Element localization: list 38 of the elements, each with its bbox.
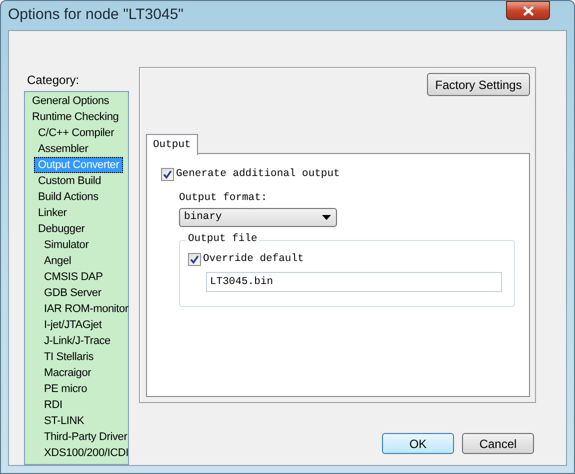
category-item[interactable]: RDI [40, 397, 66, 413]
window-title: Options for node "LT3045" [8, 5, 184, 26]
category-label: Category: [27, 72, 80, 89]
output-format-dropdown[interactable]: binary [179, 208, 337, 227]
override-default-checkbox[interactable]: Override default [188, 252, 304, 268]
category-item[interactable]: Assembler [34, 141, 92, 157]
category-item[interactable]: Debugger [34, 221, 89, 237]
dropdown-arrow-icon [322, 215, 331, 220]
category-item[interactable]: IAR ROM-monitor [40, 301, 132, 317]
dialog-button[interactable]: OK [382, 433, 454, 454]
checkmark-icon [190, 255, 199, 264]
category-item[interactable]: ST-LINK [40, 413, 88, 429]
output-file-field[interactable]: LT3045.bin [206, 272, 502, 292]
category-item[interactable]: Angel [40, 253, 76, 269]
category-item[interactable]: Simulator [40, 237, 93, 253]
tab[interactable]: Output [146, 134, 198, 155]
category-item[interactable]: CMSIS DAP [40, 269, 107, 285]
category-item[interactable]: TI Stellaris [40, 349, 98, 365]
factory-settings-button[interactable]: Factory Settings [427, 73, 530, 96]
category-item[interactable]: J-Link/J-Trace [40, 333, 114, 349]
category-item[interactable]: Custom Build [34, 173, 106, 189]
category-item[interactable]: Third-Party Driver [40, 429, 132, 445]
category-item[interactable]: Macraigor [40, 365, 96, 381]
category-item[interactable]: Build Actions [34, 189, 102, 205]
checkmark-icon [163, 170, 172, 180]
category-item[interactable]: C/C++ Compiler [34, 125, 118, 141]
category-item[interactable]: GDB Server [40, 285, 106, 301]
dialog-button[interactable]: Cancel [462, 433, 534, 454]
close-button[interactable] [506, 1, 550, 20]
category-item[interactable]: XDS100/200/ICDI [40, 445, 132, 461]
generate-output-checkbox[interactable]: Generate additional output [161, 167, 340, 183]
close-icon [522, 6, 534, 16]
category-item[interactable]: I-jet/JTAGjet [40, 317, 106, 333]
category-item[interactable]: General Options [28, 93, 114, 109]
output-format-label: Output format: [179, 191, 268, 206]
category-item[interactable]: Runtime Checking [28, 109, 123, 125]
category-item[interactable]: PE micro [40, 381, 92, 397]
category-item[interactable]: Linker [34, 205, 71, 221]
